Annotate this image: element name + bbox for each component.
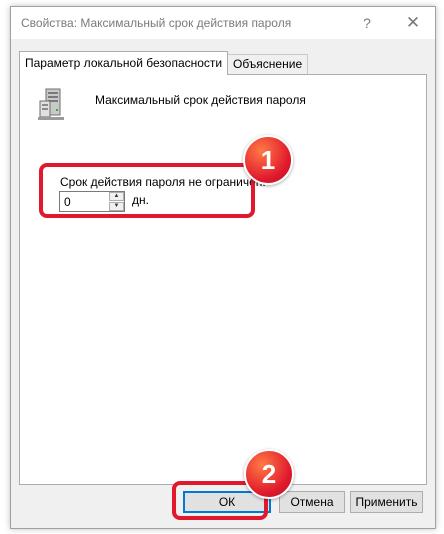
server-icon	[38, 88, 64, 120]
spin-buttons: ▲ ▼	[109, 192, 124, 211]
apply-button[interactable]: Применить	[350, 491, 423, 513]
setting-description: Срок действия пароля не ограничен.	[60, 175, 266, 189]
cancel-button[interactable]: Отмена	[279, 491, 345, 513]
step-badge-2: 2	[244, 449, 294, 499]
help-button[interactable]: ?	[345, 7, 389, 39]
spin-up-button[interactable]: ▲	[109, 192, 124, 201]
window-title: Свойства: Максимальный срок действия пар…	[21, 16, 292, 30]
tab-strip: Параметр локальной безопасности Объяснен…	[19, 51, 427, 75]
days-input[interactable]	[64, 195, 108, 209]
tab-explain[interactable]: Объяснение	[227, 54, 309, 74]
title-bar: Свойства: Максимальный срок действия пар…	[11, 7, 435, 39]
policy-title: Максимальный срок действия пароля	[95, 93, 306, 107]
days-unit-label: дн.	[132, 193, 149, 207]
tab-local-security-setting[interactable]: Параметр локальной безопасности	[19, 51, 229, 75]
properties-dialog: Свойства: Максимальный срок действия пар…	[10, 6, 436, 529]
close-button[interactable]: ✕	[391, 7, 435, 39]
days-spinbox[interactable]: ▲ ▼	[59, 191, 125, 212]
settings-panel: Максимальный срок действия пароля Срок д…	[19, 74, 427, 485]
spin-down-button[interactable]: ▼	[109, 202, 124, 211]
step-badge-1: 1	[243, 135, 293, 185]
